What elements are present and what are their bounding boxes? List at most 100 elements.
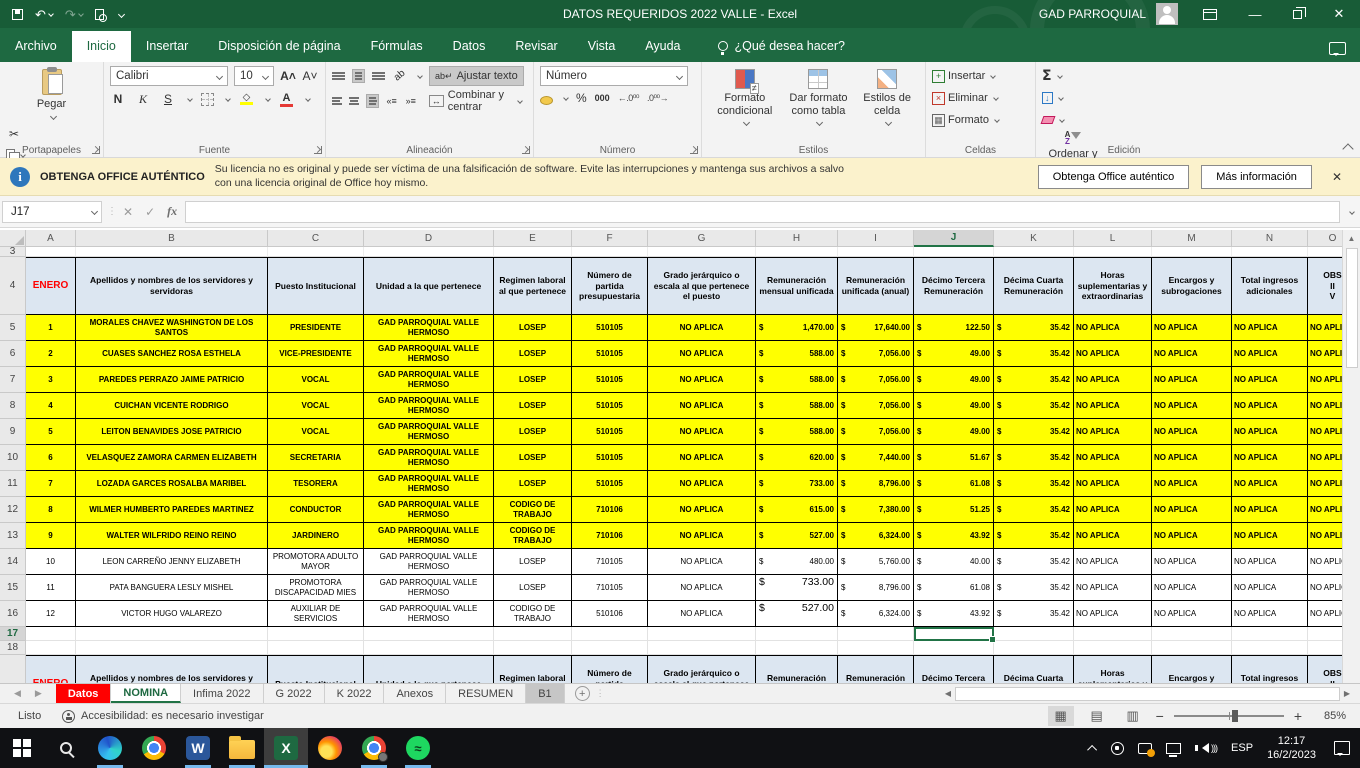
- table-header-cell-J[interactable]: Décimo Tercera Remuneración: [914, 655, 994, 683]
- cell-I10[interactable]: $7,440.00: [838, 445, 914, 471]
- cell-L10[interactable]: NO APLICA: [1074, 445, 1152, 471]
- row-header-16[interactable]: 16: [0, 601, 26, 627]
- table-header-cell-H[interactable]: Remuneración mensual unificada: [756, 655, 838, 683]
- normal-view-icon[interactable]: ▦: [1048, 706, 1074, 726]
- start-button[interactable]: [0, 728, 44, 768]
- decrease-indent-button[interactable]: «≡: [386, 93, 398, 109]
- ribbon-display-options-icon[interactable]: [1192, 0, 1234, 28]
- table-header-cell-F[interactable]: Número de partida presupuestaria: [572, 257, 648, 315]
- cell-K11[interactable]: $35.42: [994, 471, 1074, 497]
- table-header-cell-E[interactable]: Regimen laboral al que pertenece: [494, 655, 572, 683]
- cell[interactable]: [268, 627, 364, 641]
- cell-A15[interactable]: 11: [26, 575, 76, 601]
- cell-E15[interactable]: LOSEP: [494, 575, 572, 601]
- cell-J15[interactable]: $61.08: [914, 575, 994, 601]
- sheet-tab-g-2022[interactable]: G 2022: [264, 684, 325, 703]
- cell-N5[interactable]: NO APLICA: [1232, 315, 1308, 341]
- tab-inicio[interactable]: Inicio: [72, 31, 131, 62]
- table-header-cell-A[interactable]: ENERO: [26, 655, 76, 683]
- sheet-tab-resumen[interactable]: RESUMEN: [446, 684, 526, 703]
- cell[interactable]: [756, 247, 838, 257]
- wrap-text-button[interactable]: ab↵Ajustar texto: [429, 66, 524, 86]
- cell[interactable]: [76, 641, 268, 655]
- cell-G9[interactable]: NO APLICA: [648, 419, 756, 445]
- column-header-L[interactable]: L: [1074, 230, 1152, 247]
- taskbar-excel[interactable]: X: [264, 728, 308, 768]
- cell-C11[interactable]: TESORERA: [268, 471, 364, 497]
- cell-G8[interactable]: NO APLICA: [648, 393, 756, 419]
- cell-G14[interactable]: NO APLICA: [648, 549, 756, 575]
- cell-C15[interactable]: PROMOTORA DISCAPACIDAD MIES: [268, 575, 364, 601]
- cut-button[interactable]: ✂: [6, 126, 97, 142]
- active-cell-J17[interactable]: [914, 627, 994, 641]
- cell-J10[interactable]: $51.67: [914, 445, 994, 471]
- cell-D8[interactable]: GAD PARROQUIAL VALLE HERMOSO: [364, 393, 494, 419]
- table-header-cell-L[interactable]: Horas suplementarias y extraordinarias: [1074, 257, 1152, 315]
- customize-qat-icon[interactable]: [116, 12, 124, 17]
- cell[interactable]: [26, 641, 76, 655]
- taskbar-chrome[interactable]: [132, 728, 176, 768]
- cell-C10[interactable]: SECRETARIA: [268, 445, 364, 471]
- align-middle-button[interactable]: [352, 69, 365, 82]
- tab-vista[interactable]: Vista: [573, 31, 631, 62]
- cell-B13[interactable]: WALTER WILFRIDO REINO REINO: [76, 523, 268, 549]
- cell-I8[interactable]: $7,056.00: [838, 393, 914, 419]
- cell-B6[interactable]: CUASES SANCHEZ ROSA ESTHELA: [76, 341, 268, 367]
- cell-H5[interactable]: $1,470.00: [756, 315, 838, 341]
- cell-F11[interactable]: 510105: [572, 471, 648, 497]
- cell-E10[interactable]: LOSEP: [494, 445, 572, 471]
- cell-M15[interactable]: NO APLICA: [1152, 575, 1232, 601]
- cell-K13[interactable]: $35.42: [994, 523, 1074, 549]
- cell-I14[interactable]: $5,760.00: [838, 549, 914, 575]
- merge-center-button[interactable]: ↔Combinar y centrar: [424, 91, 527, 111]
- column-header-B[interactable]: B: [76, 230, 268, 247]
- cell-M16[interactable]: NO APLICA: [1152, 601, 1232, 627]
- cell-K6[interactable]: $35.42: [994, 341, 1074, 367]
- tab-ayuda[interactable]: Ayuda: [630, 31, 695, 62]
- row-header-17[interactable]: 17: [0, 627, 26, 641]
- cell-B16[interactable]: VICTOR HUGO VALAREZO: [76, 601, 268, 627]
- align-top-button[interactable]: [332, 72, 345, 79]
- taskbar-word[interactable]: W: [176, 728, 220, 768]
- table-header-cell-N[interactable]: Total ingresos adicionales: [1232, 655, 1308, 683]
- row-header-18[interactable]: 18: [0, 641, 26, 655]
- cell-N6[interactable]: NO APLICA: [1232, 341, 1308, 367]
- cell-C13[interactable]: JARDINERO: [268, 523, 364, 549]
- redo-icon[interactable]: ↷: [65, 8, 83, 21]
- taskbar-chrome-profile[interactable]: [352, 728, 396, 768]
- cell-I5[interactable]: $17,640.00: [838, 315, 914, 341]
- cell-N12[interactable]: NO APLICA: [1232, 497, 1308, 523]
- vertical-scroll-thumb[interactable]: [1346, 248, 1358, 368]
- increase-font-size-button[interactable]: A˄: [280, 68, 296, 84]
- cell[interactable]: [364, 247, 494, 257]
- cell-C7[interactable]: VOCAL: [268, 367, 364, 393]
- cell-B12[interactable]: WILMER HUMBERTO PAREDES MARTINEZ: [76, 497, 268, 523]
- cell[interactable]: [26, 247, 76, 257]
- vertical-scrollbar[interactable]: ▲: [1342, 230, 1360, 683]
- column-header-H[interactable]: H: [756, 230, 838, 247]
- cell-H15[interactable]: $733.00: [756, 575, 838, 601]
- cell-L8[interactable]: NO APLICA: [1074, 393, 1152, 419]
- cell-O10[interactable]: NO APLICA: [1308, 445, 1342, 471]
- align-left-button[interactable]: [332, 97, 342, 104]
- cell-A9[interactable]: 5: [26, 419, 76, 445]
- zoom-slider[interactable]: [1174, 715, 1284, 717]
- cell[interactable]: [1152, 247, 1232, 257]
- cell-E14[interactable]: LOSEP: [494, 549, 572, 575]
- scroll-up-icon[interactable]: ▲: [1343, 230, 1360, 247]
- hidden-icons-chevron-icon[interactable]: [1087, 744, 1097, 754]
- cell-H10[interactable]: $620.00: [756, 445, 838, 471]
- cell-M11[interactable]: NO APLICA: [1152, 471, 1232, 497]
- enter-formula-icon[interactable]: ✓: [145, 205, 155, 219]
- page-break-view-icon[interactable]: ▥: [1120, 706, 1146, 726]
- cell-O12[interactable]: NO APLICA: [1308, 497, 1342, 523]
- cell-M13[interactable]: NO APLICA: [1152, 523, 1232, 549]
- align-center-button[interactable]: [349, 97, 359, 104]
- cell-F8[interactable]: 510105: [572, 393, 648, 419]
- scroll-left-icon[interactable]: ◀: [941, 686, 955, 702]
- cell-J14[interactable]: $40.00: [914, 549, 994, 575]
- print-preview-icon[interactable]: [95, 9, 104, 20]
- cell-A8[interactable]: 4: [26, 393, 76, 419]
- zoom-in-icon[interactable]: +: [1294, 708, 1302, 724]
- cell-N9[interactable]: NO APLICA: [1232, 419, 1308, 445]
